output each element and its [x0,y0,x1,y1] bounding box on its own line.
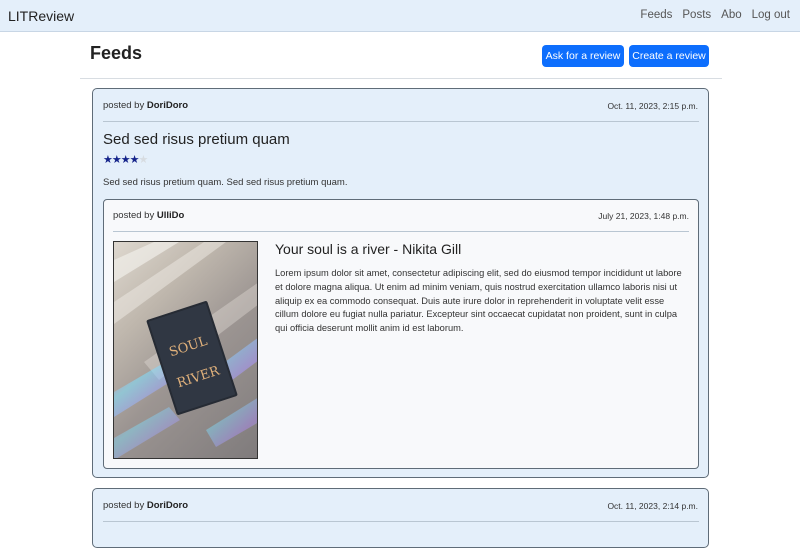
review-title: Sed sed risus pretium quam [103,131,290,148]
star-filled-icon: ★ [103,154,113,166]
ticket-author: UlliDo [156,210,185,221]
posted-by-label: posted by [103,100,145,111]
star-filled-icon: ★ [120,154,131,166]
navbar: LITReview Feeds Posts Abo Log out [0,0,800,32]
star-filled-icon: ★ [111,154,122,166]
ticket-card: posted by UlliDo July 21, 2023, 1:48 p.m… [103,199,699,469]
review-date: Oct. 11, 2023, 2:14 p.m. [607,501,698,511]
review-card: posted by DoriDoro Oct. 11, 2023, 2:14 p… [92,488,709,548]
book-cover-illustration: SOUL RIVER [114,242,257,458]
review-posted-by: posted by DoriDoro [103,500,188,511]
page-title: Feeds [90,43,143,63]
review-posted-by: posted by DoriDoro [103,100,188,111]
posted-by-label: posted by [103,500,145,511]
review-author: DoriDoro [146,500,189,511]
review-date: Oct. 11, 2023, 2:15 p.m. [607,101,698,111]
star-filled-icon: ★ [129,154,140,166]
ticket-title: Your soul is a river - Nikita Gill [275,241,462,257]
rating-stars: ★★★★★ [103,153,149,166]
book-cover-image: SOUL RIVER [113,241,258,459]
create-review-button[interactable]: Create a review [629,45,709,67]
review-author: DoriDoro [146,100,189,111]
title-divider [80,78,722,79]
review-body: Sed sed risus pretium quam. Sed sed risu… [103,177,348,188]
review-card: posted by DoriDoro Oct. 11, 2023, 2:15 p… [92,88,709,478]
posted-by-label: posted by [113,210,155,221]
nav-links: Feeds Posts Abo Log out [640,9,790,21]
ticket-divider [113,231,689,232]
ticket-description: Lorem ipsum dolor sit amet, consectetur … [275,268,682,334]
card-divider [103,521,699,522]
ask-review-button[interactable]: Ask for a review [542,45,624,67]
nav-abo[interactable]: Abo [721,9,741,21]
nav-logout[interactable]: Log out [752,9,790,21]
ticket-date: July 21, 2023, 1:48 p.m. [598,211,689,221]
nav-posts[interactable]: Posts [682,9,711,21]
ticket-posted-by: posted by UlliDo [113,210,184,221]
card-divider [103,121,699,122]
star-empty-icon: ★ [138,154,149,166]
brand-logo[interactable]: LITReview [8,8,74,24]
nav-feeds[interactable]: Feeds [640,9,672,21]
